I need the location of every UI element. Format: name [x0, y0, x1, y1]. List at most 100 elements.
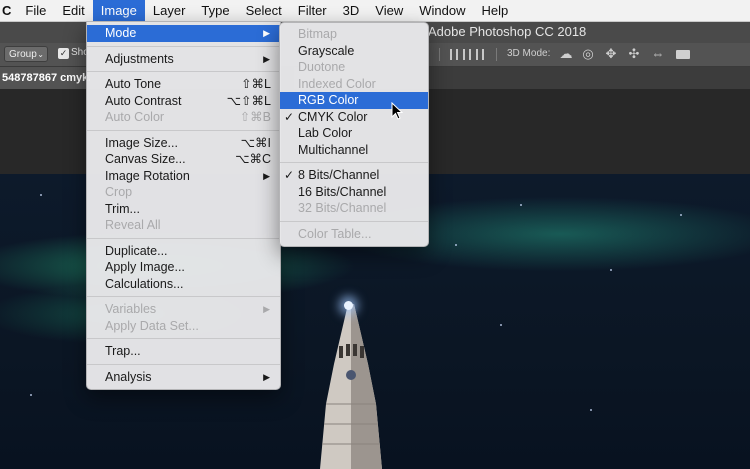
menu-item-label: Auto Tone: [105, 77, 162, 91]
mode-item-32-bits[interactable]: 32 Bits/Channel: [280, 200, 428, 217]
3d-slide-icon[interactable]: ✣: [626, 46, 642, 62]
menu-item-shortcut: ⇧⌘L: [241, 77, 271, 91]
mode-item-rgb-color[interactable]: RGB Color: [280, 92, 428, 109]
menu-item-label: Image Rotation: [105, 168, 190, 183]
menu-item-auto-color[interactable]: Auto Color ⇧⌘B: [87, 109, 280, 126]
menu-select[interactable]: Select: [238, 0, 290, 21]
menu-item-reveal-all[interactable]: Reveal All: [87, 217, 280, 234]
toolbar-divider: [439, 48, 440, 61]
menu-filter[interactable]: Filter: [290, 0, 335, 21]
menu-separator: [87, 45, 280, 47]
mode-item-lab-color[interactable]: Lab Color: [280, 125, 428, 142]
menu-item-calculations[interactable]: Calculations...: [87, 276, 280, 293]
menu-item-image-rotation[interactable]: Image Rotation ▶: [87, 168, 280, 185]
menu-padding: [87, 385, 280, 389]
toolbar-divider: [496, 48, 497, 61]
menu-separator: [87, 338, 280, 339]
menu-item-adjustments[interactable]: Adjustments ▶: [87, 51, 280, 68]
menu-item-label: Calculations...: [105, 276, 184, 291]
menu-layer[interactable]: Layer: [145, 0, 194, 21]
menu-item-canvas-size[interactable]: Canvas Size... ⌥⌘C: [87, 151, 280, 168]
menu-item-apply-image[interactable]: Apply Image...: [87, 259, 280, 276]
menu-window[interactable]: Window: [411, 0, 473, 21]
church-spire: [320, 304, 382, 469]
photo-star: [40, 194, 42, 196]
menu-item-trap[interactable]: Trap...: [87, 343, 280, 360]
3d-pan-icon[interactable]: ✥: [603, 46, 619, 62]
menu-item-label: 32 Bits/Channel: [298, 201, 387, 215]
auto-select-dropdown[interactable]: Group ⌄: [4, 46, 48, 62]
3d-orbit-icon[interactable]: ☁: [558, 46, 574, 62]
photo-star: [455, 244, 457, 246]
mode-item-multichannel[interactable]: Multichannel: [280, 142, 428, 159]
photo-star: [30, 394, 32, 396]
menu-item-label: 8 Bits/Channel: [298, 168, 380, 182]
menu-item-label: Grayscale: [298, 43, 355, 58]
align-icon[interactable]: [463, 49, 471, 60]
align-icon[interactable]: [476, 49, 484, 60]
submenu-arrow-icon: ▶: [263, 371, 270, 382]
menu-separator: [87, 129, 280, 131]
menu-3d[interactable]: 3D: [335, 0, 368, 21]
submenu-arrow-icon: ▶: [263, 170, 270, 181]
menu-item-analysis[interactable]: Analysis ▶: [87, 369, 280, 386]
submenu-arrow-icon: ▶: [263, 28, 270, 38]
menu-item-trim[interactable]: Trim...: [87, 201, 280, 218]
photo-star: [610, 269, 612, 271]
menu-item-duplicate[interactable]: Duplicate...: [87, 243, 280, 260]
menu-help[interactable]: Help: [473, 0, 516, 21]
3d-roll-icon[interactable]: ◎: [580, 46, 596, 62]
menu-item-label: Bitmap: [298, 27, 337, 41]
menu-file[interactable]: File: [17, 0, 54, 21]
3d-scale-icon[interactable]: ⇔: [650, 46, 666, 62]
menu-separator: [87, 296, 280, 297]
menu-separator: [87, 71, 280, 72]
image-menu: Mode ▶ Adjustments ▶ Auto Tone ⇧⌘L Auto …: [86, 21, 281, 390]
menu-separator: [87, 363, 280, 365]
document-tab[interactable]: 548787867 cmyk.j: [0, 67, 90, 89]
menu-item-mode[interactable]: Mode ▶: [87, 25, 280, 42]
mode-item-bitmap[interactable]: Bitmap: [280, 26, 428, 43]
submenu-arrow-icon: ▶: [263, 304, 270, 314]
mode-item-cmyk-color[interactable]: ✓ CMYK Color: [280, 109, 428, 126]
menu-item-auto-contrast[interactable]: Auto Contrast ⌥⇧⌘L: [87, 93, 280, 110]
submenu-arrow-icon: ▶: [263, 53, 270, 64]
align-icon[interactable]: [450, 49, 458, 60]
menu-item-variables[interactable]: Variables ▶: [87, 301, 280, 318]
photo-star: [500, 324, 502, 326]
menu-item-label: CMYK Color: [298, 109, 368, 124]
photo-star: [590, 409, 592, 411]
mode-item-color-table[interactable]: Color Table...: [280, 226, 428, 243]
mode-item-grayscale[interactable]: Grayscale: [280, 43, 428, 60]
menu-item-label: Indexed Color: [298, 76, 376, 91]
menu-edit[interactable]: Edit: [54, 0, 92, 21]
menu-view[interactable]: View: [367, 0, 411, 21]
mode-item-16-bits[interactable]: 16 Bits/Channel: [280, 184, 428, 201]
menu-item-label: Canvas Size...: [105, 152, 186, 166]
photo-star: [520, 204, 522, 206]
menu-item-label: Crop: [105, 185, 133, 199]
menu-item-label: Adjustments: [105, 51, 174, 66]
menu-type[interactable]: Type: [193, 0, 237, 21]
mode-item-indexed-color[interactable]: Indexed Color: [280, 76, 428, 93]
menu-item-label: Variables: [105, 302, 157, 316]
menu-item-label: Duplicate...: [105, 243, 168, 258]
menu-item-label: Image Size...: [105, 135, 178, 150]
menu-image[interactable]: Image: [92, 0, 145, 21]
menu-item-apply-data-set[interactable]: Apply Data Set...: [87, 318, 280, 335]
mode-submenu: Bitmap Grayscale Duotone Indexed Color R…: [279, 22, 429, 247]
menu-separator: [87, 237, 280, 239]
show-transform-checkbox[interactable]: ✓: [58, 48, 69, 59]
mode-item-duotone[interactable]: Duotone: [280, 59, 428, 76]
video-camera-icon[interactable]: [676, 50, 690, 59]
menu-item-label: Analysis: [105, 369, 152, 384]
menu-item-image-size[interactable]: Image Size... ⌥⌘I: [87, 135, 280, 152]
menu-item-crop[interactable]: Crop: [87, 184, 280, 201]
menu-app-fragment[interactable]: C: [0, 0, 17, 21]
3d-mode-label: 3D Mode:: [507, 48, 551, 59]
menu-item-label: Color Table...: [298, 226, 372, 241]
mode-item-8-bits[interactable]: ✓ 8 Bits/Channel: [280, 167, 428, 184]
menu-item-label: 16 Bits/Channel: [298, 184, 387, 199]
menu-separator: [280, 220, 428, 222]
menu-item-auto-tone[interactable]: Auto Tone ⇧⌘L: [87, 76, 280, 93]
